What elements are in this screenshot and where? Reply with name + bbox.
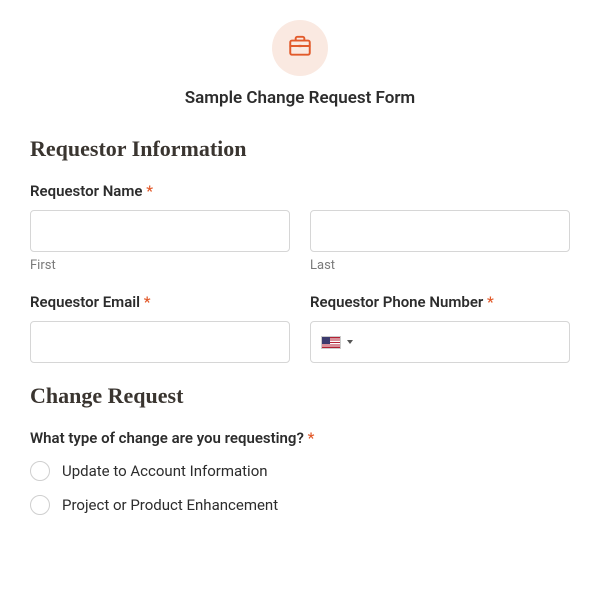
last-name-input[interactable] (310, 210, 570, 252)
chevron-down-icon (347, 340, 353, 344)
required-marker: * (146, 182, 153, 200)
radio-label: Update to Account Information (62, 462, 268, 480)
requestor-phone-label: Requestor Phone Number * (310, 293, 570, 311)
radio-icon (30, 461, 50, 481)
section-heading-change: Change Request (30, 383, 570, 409)
first-name-input[interactable] (30, 210, 290, 252)
required-marker: * (487, 293, 494, 311)
us-flag-icon (321, 336, 341, 349)
change-type-question: What type of change are you requesting? … (30, 429, 570, 447)
radio-option[interactable]: Update to Account Information (30, 461, 570, 481)
radio-option[interactable]: Project or Product Enhancement (30, 495, 570, 515)
radio-label: Project or Product Enhancement (62, 496, 278, 514)
briefcase-icon (287, 33, 313, 63)
first-name-sublabel: First (30, 258, 290, 273)
form-icon-circle (272, 20, 328, 76)
phone-input-wrap[interactable] (310, 321, 570, 363)
requestor-name-label: Requestor Name * (30, 182, 570, 200)
required-marker: * (308, 429, 315, 447)
radio-icon (30, 495, 50, 515)
requestor-email-label: Requestor Email * (30, 293, 290, 311)
section-heading-requestor: Requestor Information (30, 136, 570, 162)
email-input[interactable] (30, 321, 290, 363)
last-name-sublabel: Last (310, 258, 570, 273)
required-marker: * (144, 293, 151, 311)
form-title: Sample Change Request Form (30, 88, 570, 108)
